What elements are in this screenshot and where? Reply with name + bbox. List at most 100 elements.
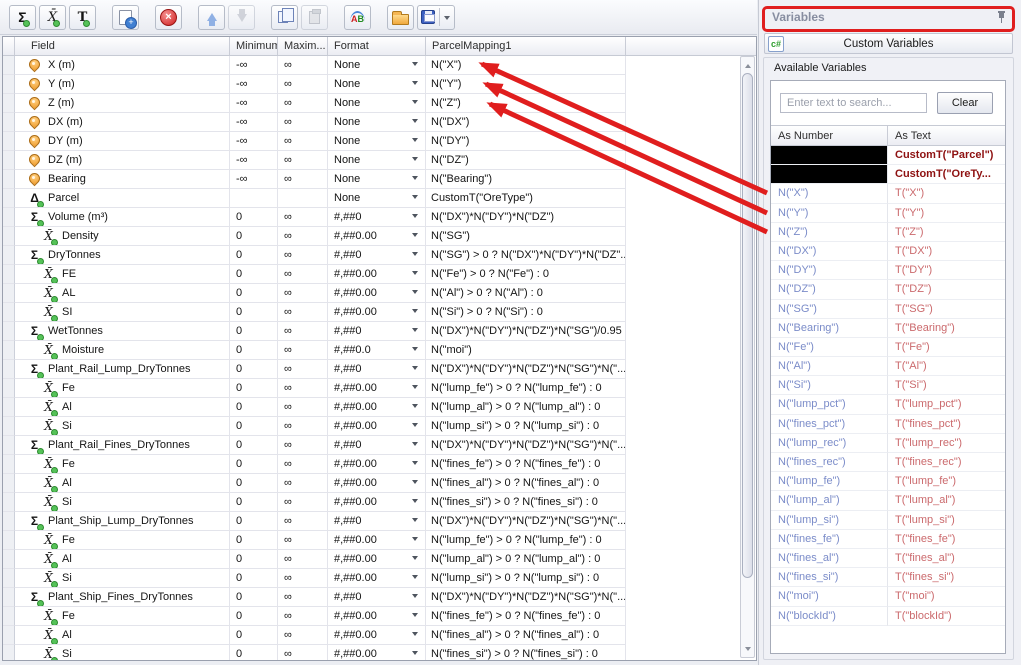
maximum-cell[interactable]: ∞ xyxy=(278,569,328,588)
row-selector[interactable] xyxy=(3,151,15,170)
new-mean-field-button[interactable] xyxy=(39,5,66,30)
as-text-cell[interactable]: T("Fe") xyxy=(888,338,1005,357)
format-dropdown-icon[interactable] xyxy=(412,214,418,221)
maximum-cell[interactable]: ∞ xyxy=(278,645,328,660)
maximum-cell[interactable]: ∞ xyxy=(278,550,328,569)
mapping-cell[interactable]: N("Z") xyxy=(426,94,626,113)
variable-row[interactable]: N("Z")T("Z") xyxy=(771,223,1005,242)
mapping-cell[interactable]: N("DX")*N("DY")*N("DZ")*N("SG")/0.95 xyxy=(426,322,626,341)
format-dropdown-icon[interactable] xyxy=(412,632,418,639)
as-number-cell[interactable]: N("lump_si") xyxy=(771,511,888,530)
rename-button[interactable] xyxy=(344,5,371,30)
as-text-cell[interactable]: T("Bearing") xyxy=(888,319,1005,338)
as-number-cell[interactable] xyxy=(771,146,888,165)
variable-row[interactable]: N("Fe")T("Fe") xyxy=(771,338,1005,357)
format-dropdown-icon[interactable] xyxy=(412,119,418,126)
minimum-cell[interactable]: 0 xyxy=(230,265,278,284)
format-dropdown-icon[interactable] xyxy=(412,613,418,620)
format-cell[interactable]: #,##0.00 xyxy=(328,531,426,550)
column-header-parcelmapping1[interactable]: ParcelMapping1 xyxy=(426,37,626,55)
as-text-cell[interactable]: T("lump_pct") xyxy=(888,395,1005,414)
row-selector[interactable] xyxy=(3,455,15,474)
as-text-cell[interactable]: T("Al") xyxy=(888,357,1005,376)
variable-row[interactable]: N("lump_fe")T("lump_fe") xyxy=(771,472,1005,491)
minimum-cell[interactable]: 0 xyxy=(230,246,278,265)
custom-variables-bar[interactable]: c# Custom Variables xyxy=(764,33,1013,54)
format-dropdown-icon[interactable] xyxy=(412,594,418,601)
as-text-cell[interactable]: T("lump_rec") xyxy=(888,434,1005,453)
as-number-cell[interactable]: N("fines_al") xyxy=(771,549,888,568)
maximum-cell[interactable]: ∞ xyxy=(278,265,328,284)
as-number-cell[interactable]: N("DY") xyxy=(771,261,888,280)
field-cell[interactable]: Volume (m³) xyxy=(15,208,230,227)
variable-row[interactable]: N("DY")T("DY") xyxy=(771,261,1005,280)
field-cell[interactable]: DY (m) xyxy=(15,132,230,151)
maximum-cell[interactable]: ∞ xyxy=(278,436,328,455)
open-button[interactable] xyxy=(387,5,414,30)
format-cell[interactable]: #,##0.00 xyxy=(328,227,426,246)
row-selector[interactable] xyxy=(3,208,15,227)
format-dropdown-icon[interactable] xyxy=(412,442,418,449)
field-cell[interactable]: DryTonnes xyxy=(15,246,230,265)
mapping-cell[interactable]: N("SG") > 0 ? N("DX")*N("DY")*N("DZ"... xyxy=(426,246,626,265)
row-selector[interactable] xyxy=(3,113,15,132)
as-number-cell[interactable]: N("fines_fe") xyxy=(771,530,888,549)
format-dropdown-icon[interactable] xyxy=(412,100,418,107)
format-cell[interactable]: #,##0.00 xyxy=(328,569,426,588)
as-text-cell[interactable]: T("lump_si") xyxy=(888,511,1005,530)
format-dropdown-icon[interactable] xyxy=(412,385,418,392)
mapping-cell[interactable]: N("fines_al") > 0 ? N("fines_al") : 0 xyxy=(426,626,626,645)
save-button[interactable] xyxy=(417,5,455,30)
format-dropdown-icon[interactable] xyxy=(412,575,418,582)
format-dropdown-icon[interactable] xyxy=(412,461,418,468)
minimum-cell[interactable]: -∞ xyxy=(230,170,278,189)
variable-row[interactable]: N("Bearing")T("Bearing") xyxy=(771,319,1005,338)
minimum-cell[interactable]: 0 xyxy=(230,284,278,303)
minimum-cell[interactable]: 0 xyxy=(230,379,278,398)
field-cell[interactable]: Fe xyxy=(15,379,230,398)
format-dropdown-icon[interactable] xyxy=(412,537,418,544)
maximum-cell[interactable]: ∞ xyxy=(278,531,328,550)
maximum-cell[interactable]: ∞ xyxy=(278,56,328,75)
minimum-cell[interactable]: 0 xyxy=(230,626,278,645)
mapping-cell[interactable]: N("Bearing") xyxy=(426,170,626,189)
format-dropdown-icon[interactable] xyxy=(412,252,418,259)
scroll-down-button[interactable] xyxy=(741,643,754,657)
mapping-cell[interactable]: N("fines_al") > 0 ? N("fines_al") : 0 xyxy=(426,474,626,493)
field-cell[interactable]: Y (m) xyxy=(15,75,230,94)
mapping-cell[interactable]: N("lump_al") > 0 ? N("lump_al") : 0 xyxy=(426,398,626,417)
minimum-cell[interactable]: 0 xyxy=(230,436,278,455)
field-cell[interactable]: Al xyxy=(15,474,230,493)
format-dropdown-icon[interactable] xyxy=(412,499,418,506)
field-cell[interactable]: Si xyxy=(15,417,230,436)
maximum-cell[interactable]: ∞ xyxy=(278,322,328,341)
csharp-icon[interactable]: c# xyxy=(768,36,784,52)
variable-row[interactable]: N("lump_si")T("lump_si") xyxy=(771,511,1005,530)
minimum-cell[interactable]: 0 xyxy=(230,588,278,607)
format-cell[interactable]: None xyxy=(328,151,426,170)
row-selector[interactable] xyxy=(3,531,15,550)
format-cell[interactable]: #,##0 xyxy=(328,588,426,607)
minimum-cell[interactable]: 0 xyxy=(230,607,278,626)
as-text-cell[interactable]: T("fines_pct") xyxy=(888,415,1005,434)
row-selector[interactable] xyxy=(3,569,15,588)
as-number-cell[interactable]: N("lump_fe") xyxy=(771,472,888,491)
format-cell[interactable]: #,##0.00 xyxy=(328,417,426,436)
row-selector[interactable] xyxy=(3,75,15,94)
format-cell[interactable]: None xyxy=(328,94,426,113)
mapping-cell[interactable]: N("Al") > 0 ? N("Al") : 0 xyxy=(426,284,626,303)
field-cell[interactable]: Moisture xyxy=(15,341,230,360)
as-number-cell[interactable]: N("DX") xyxy=(771,242,888,261)
format-cell[interactable]: #,##0 xyxy=(328,436,426,455)
minimum-cell[interactable]: 0 xyxy=(230,645,278,660)
row-selector[interactable] xyxy=(3,246,15,265)
search-input[interactable] xyxy=(780,93,927,113)
format-cell[interactable]: #,##0 xyxy=(328,512,426,531)
field-cell[interactable]: Plant_Ship_Fines_DryTonnes xyxy=(15,588,230,607)
format-dropdown-icon[interactable] xyxy=(412,271,418,278)
minimum-cell[interactable]: 0 xyxy=(230,512,278,531)
variable-row[interactable]: CustomT("OreTy... xyxy=(771,165,1005,184)
mapping-cell[interactable]: N("fines_si") > 0 ? N("fines_si") : 0 xyxy=(426,645,626,660)
minimum-cell[interactable]: -∞ xyxy=(230,113,278,132)
maximum-cell[interactable]: ∞ xyxy=(278,607,328,626)
